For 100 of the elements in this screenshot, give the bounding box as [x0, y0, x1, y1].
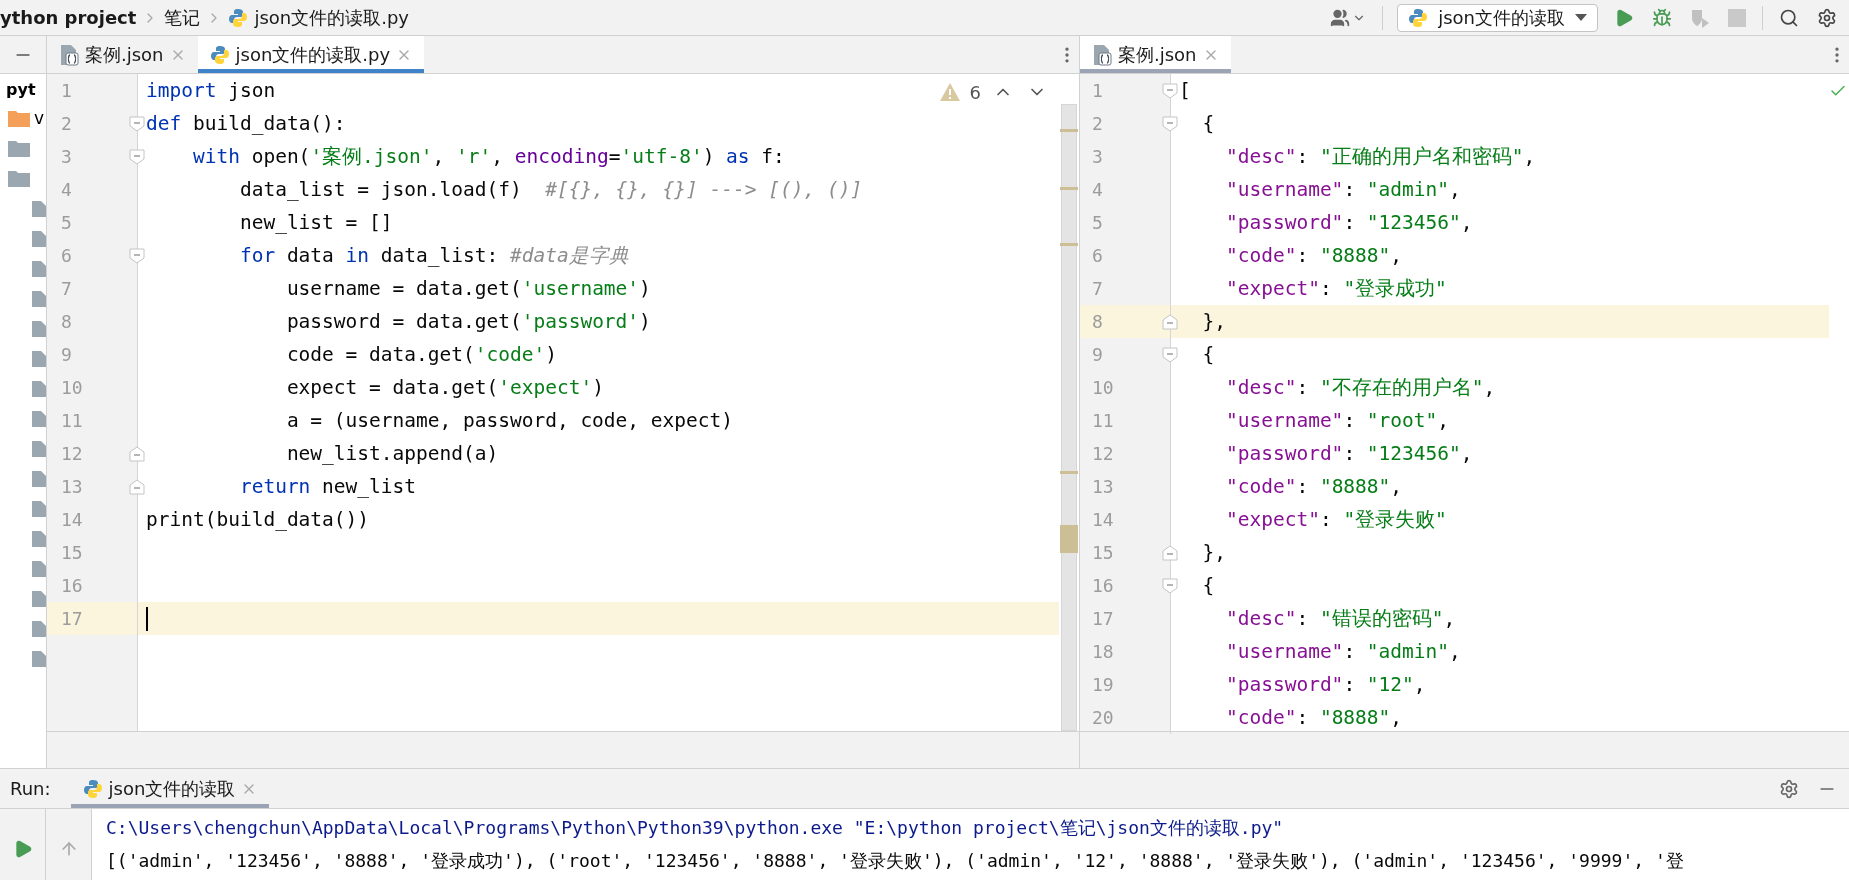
fold-icon[interactable]: [1162, 83, 1178, 99]
line-number: 14: [1091, 509, 1114, 530]
code-line: "username": "root",: [1224, 409, 1450, 432]
run-config-dropdown[interactable]: json文件的读取: [1397, 3, 1598, 32]
text-caret: [146, 606, 148, 631]
python-file-icon: [228, 7, 249, 28]
code-line: expect = data.get('expect'): [285, 376, 604, 399]
line-number: 18: [1091, 641, 1114, 662]
editor-tab[interactable]: json文件的读取.py: [197, 36, 425, 73]
breadcrumb[interactable]: json文件的读取.py: [228, 5, 409, 30]
editor-tab[interactable]: 案例.json: [47, 36, 198, 73]
line-number: 15: [1091, 542, 1114, 563]
line-number: 12: [1091, 443, 1114, 464]
fold-icon[interactable]: [1162, 545, 1178, 561]
code-line: "expect": "登录失败": [1224, 507, 1447, 533]
fold-icon[interactable]: [1162, 116, 1178, 132]
fold-icon[interactable]: [129, 149, 145, 165]
code-line: data_list = json.load(f) #[{}, {}, {}] ---> [(), ()]: [238, 178, 863, 201]
editor-tab[interactable]: 案例.json: [1080, 36, 1231, 73]
python-file-icon: [82, 778, 103, 799]
code-line: "desc": "错误的密码",: [1224, 606, 1456, 632]
line-number: 3: [1091, 146, 1103, 167]
breadcrumb[interactable]: 笔记: [164, 5, 201, 30]
line-number: 8: [60, 311, 72, 332]
python-file-icon: [1408, 7, 1429, 28]
fold-icon[interactable]: [129, 248, 145, 264]
line-number: 7: [1091, 278, 1103, 299]
fold-icon[interactable]: [129, 446, 145, 462]
code-line: print(build_data()): [146, 508, 370, 531]
project-name[interactable]: pyt: [0, 74, 36, 103]
line-number: 14: [60, 509, 83, 530]
code-line: username = data.get('username'): [285, 277, 651, 300]
line-number: 13: [60, 476, 83, 497]
code-line: [: [1179, 79, 1191, 102]
line-number: 6: [60, 245, 72, 266]
line-number: 16: [60, 575, 83, 596]
run-label: Run:: [9, 777, 52, 801]
folder-icon: [8, 169, 30, 187]
tree-item[interactable]: v: [34, 108, 45, 128]
line-number: 13: [1091, 476, 1114, 497]
line-number: 10: [1091, 377, 1114, 398]
line-number: 9: [60, 344, 72, 365]
line-number: 20: [1091, 707, 1114, 728]
line-number: 10: [60, 377, 83, 398]
fold-icon[interactable]: [1162, 314, 1178, 330]
line-number: 1: [60, 80, 72, 101]
line-number: 5: [1091, 212, 1103, 233]
code-line: {: [1201, 343, 1215, 366]
line-number: 4: [60, 179, 72, 200]
console-line: C:\Users\chengchun\AppData\Local\Programs\Python\Python39\python.exe "E:\python project\笔记\json文件的读取.py": [106, 816, 1285, 840]
code-line: "expect": "登录成功": [1224, 276, 1447, 302]
line-number: 7: [60, 278, 72, 299]
folder-icon: [8, 139, 30, 157]
code-line: with open('案例.json', 'r', encoding='utf-8') as f:: [191, 144, 785, 170]
code-line: },: [1201, 310, 1226, 333]
code-line: code = data.get('code'): [285, 343, 557, 366]
code-line: "password": "123456",: [1224, 211, 1473, 234]
fold-icon[interactable]: [1162, 578, 1178, 594]
fold-icon[interactable]: [129, 116, 145, 132]
python-file-icon: [209, 44, 230, 65]
code-line: "desc": "正确的用户名和密码",: [1224, 144, 1536, 170]
code-line: "username": "admin",: [1224, 640, 1461, 663]
line-number: 17: [60, 608, 83, 629]
line-number: 11: [60, 410, 83, 431]
line-number: 16: [1091, 575, 1114, 596]
line-number: 9: [1091, 344, 1103, 365]
line-number: 6: [1091, 245, 1103, 266]
code-line: return new_list: [238, 475, 417, 498]
breadcrumb[interactable]: ython project: [0, 7, 137, 28]
code-line: "code": "8888",: [1224, 475, 1403, 498]
line-number: 19: [1091, 674, 1114, 695]
line-number: 17: [1091, 608, 1114, 629]
code-line: password = data.get('password'): [285, 310, 651, 333]
line-number: 2: [1091, 113, 1103, 134]
line-number: 5: [60, 212, 72, 233]
code-line: "username": "admin",: [1224, 178, 1461, 201]
console-line: [('admin', '123456', '8888', '登录成功'), ('root', '123456', '8888', '登录失败'), ('admin', '12', '8888', '登录失败'), ('admin', '123456', '9999', '登: [106, 849, 1685, 873]
warning-count: 6: [969, 81, 981, 103]
code-line: for data in data_list: #data是字典: [238, 243, 629, 269]
code-line: {: [1201, 112, 1215, 135]
caret-icon: [1575, 14, 1587, 21]
fold-icon[interactable]: [1162, 347, 1178, 363]
json-file-icon: [1092, 43, 1112, 66]
line-number: 1: [1091, 80, 1103, 101]
line-number: 4: [1091, 179, 1103, 200]
code-line: "code": "8888",: [1224, 244, 1403, 267]
code-line: },: [1201, 541, 1226, 564]
line-number: 3: [60, 146, 72, 167]
code-line: {: [1201, 574, 1215, 597]
line-number: 11: [1091, 410, 1114, 431]
warning-icon[interactable]: [939, 83, 960, 101]
folder-icon: [8, 109, 30, 127]
code-line: a = (username, password, code, expect): [285, 409, 733, 432]
code-line: def build_data():: [146, 112, 346, 135]
code-line: import json: [146, 79, 276, 102]
line-number: 8: [1091, 311, 1103, 332]
fold-icon[interactable]: [129, 479, 145, 495]
stop-icon[interactable]: [1726, 6, 1748, 29]
line-number: 12: [60, 443, 83, 464]
code-line: new_list = []: [238, 211, 393, 234]
